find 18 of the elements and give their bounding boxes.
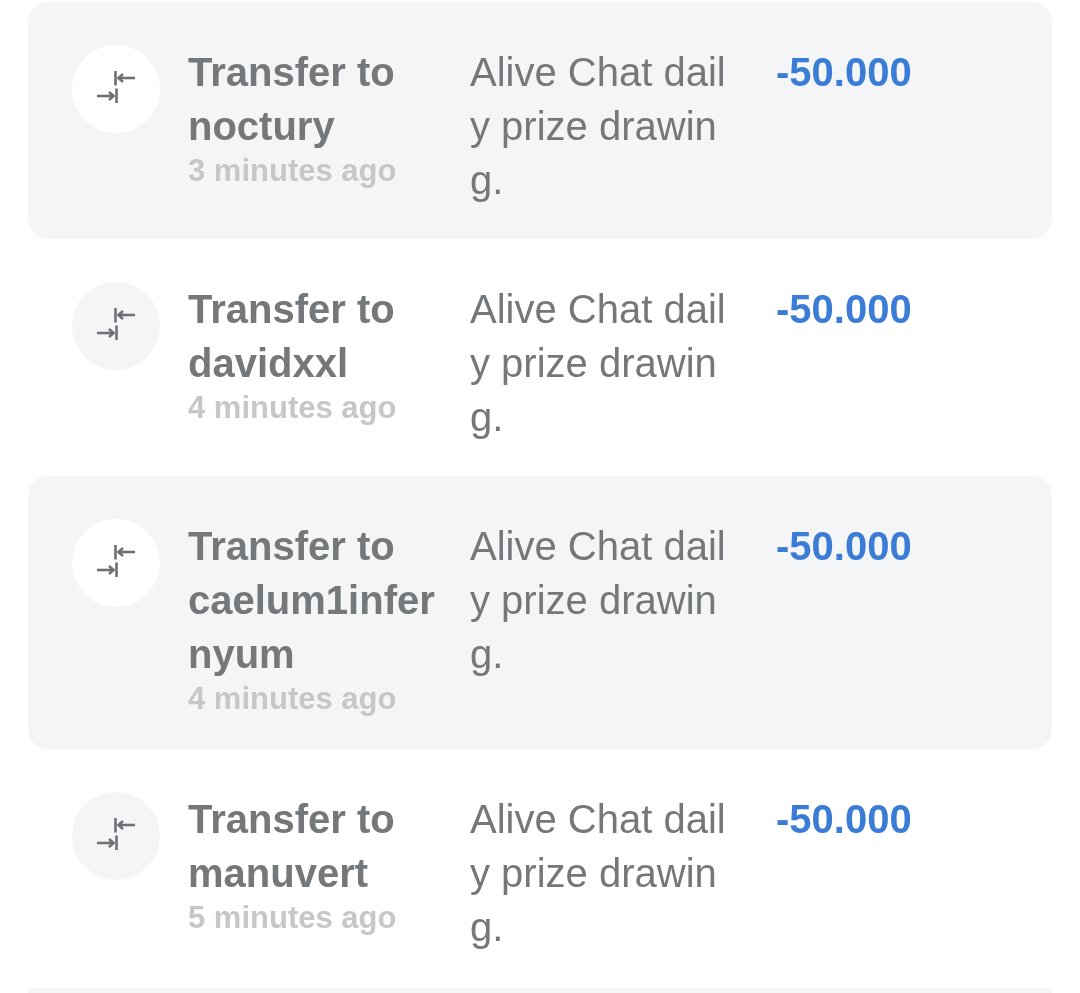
transaction-title: Transfer to davidxxl [188, 286, 396, 387]
transaction-amount: -50.000 [776, 286, 912, 333]
transaction-time: 4 minutes ago [188, 390, 398, 426]
transaction-amount: -50.000 [776, 523, 912, 570]
transaction-description: Alive Chat daily prize drawing. [470, 49, 727, 204]
transaction-description: Alive Chat daily prize drawing. [470, 523, 727, 678]
transaction-title: Transfer to noctury [188, 49, 396, 150]
transaction-amount: -50.000 [776, 49, 912, 96]
inward-arrows-icon [72, 282, 160, 370]
inward-arrows-icon [72, 519, 160, 607]
transaction-title: Transfer to manuvert [188, 796, 396, 897]
transaction-description: Alive Chat daily prize drawing. [470, 796, 727, 951]
inward-arrows-icon [72, 792, 160, 880]
transaction-description: Alive Chat daily prize drawing. [470, 286, 727, 441]
transaction-amount: -50.000 [776, 796, 912, 843]
inward-arrows-icon [72, 45, 160, 133]
transaction-title: Transfer to caelum1infernyum [188, 523, 436, 678]
transaction-time: 5 minutes ago [188, 900, 398, 936]
